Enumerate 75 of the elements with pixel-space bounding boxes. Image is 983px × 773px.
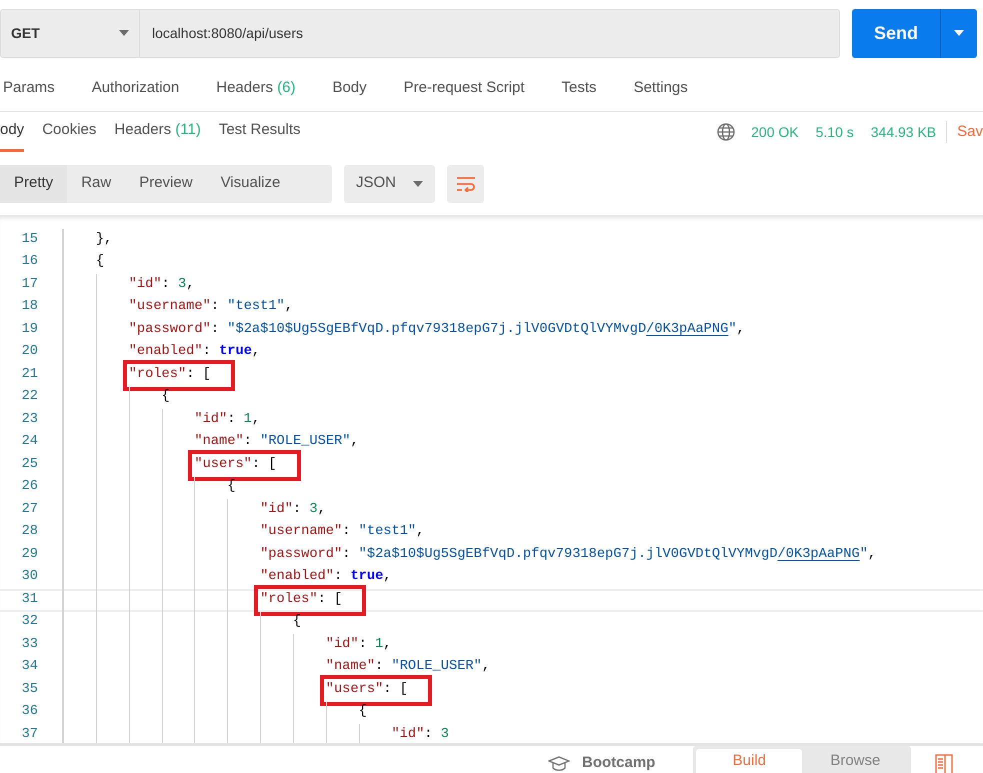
line-number: 24	[20, 433, 39, 452]
code-text: "id": 1,	[326, 636, 392, 654]
line-number: 17	[20, 276, 39, 294]
line-number: 21	[20, 366, 39, 384]
tab[interactable]: Test Results	[218, 112, 301, 152]
line-number: 30	[20, 568, 39, 586]
line-number: 23	[20, 410, 39, 429]
book-icon[interactable]	[935, 754, 954, 773]
caret-icon	[954, 30, 964, 36]
bootcamp-link[interactable]: Bootcamp	[582, 752, 656, 773]
line-number: 25	[20, 456, 39, 474]
line-number: 37	[20, 726, 39, 743]
format-dropdown[interactable]: JSON	[344, 164, 435, 202]
code-text: "id": 1,	[194, 410, 260, 429]
code-text: {	[292, 613, 302, 632]
line-number: 20	[20, 343, 39, 362]
code-text: "username": "test1",	[128, 298, 293, 316]
wrap-lines-button[interactable]	[447, 164, 484, 202]
graduation-cap-icon[interactable]	[548, 756, 570, 772]
code-text: {	[358, 703, 367, 722]
line-number: 22	[20, 388, 39, 406]
tab[interactable]: Settings	[634, 66, 688, 111]
response-size: 344.93 KB	[870, 122, 936, 142]
code-text: "id": 3,	[260, 500, 326, 519]
code-text: {	[227, 478, 236, 496]
code-text: "name": "ROLE_USER",	[194, 433, 359, 452]
code-text: {	[96, 253, 104, 272]
code-text: "username": "test1",	[260, 523, 424, 542]
tab[interactable]: Tests	[562, 66, 597, 111]
code-text: "id": 3,	[128, 276, 194, 294]
tab[interactable]: Params	[3, 66, 55, 111]
view-mode-tab[interactable]: Pretty	[0, 164, 68, 202]
line-number: 19	[20, 320, 39, 339]
line-number: 32	[20, 613, 39, 632]
code-text: },	[96, 230, 112, 249]
line-number: 34	[20, 658, 39, 676]
method-label: GET	[11, 24, 40, 42]
line-number: 26	[20, 478, 39, 496]
view-mode-tab[interactable]: Raw	[67, 164, 126, 202]
response-time: 5.10 s	[816, 122, 854, 142]
code-text: "name": "ROLE_USER",	[326, 658, 490, 676]
tab[interactable]: Pre-request Script	[404, 66, 525, 111]
url-field[interactable]: localhost:8080/api/users	[140, 8, 840, 58]
tab[interactable]: Authorization	[92, 66, 180, 111]
globe-icon[interactable]	[717, 123, 736, 141]
caret-icon	[413, 180, 423, 186]
view-mode-tab[interactable]: Preview	[125, 164, 207, 202]
line-number: 36	[20, 703, 39, 722]
status-code: 200 OK	[751, 122, 799, 142]
line-number: 35	[20, 680, 39, 699]
method-dropdown[interactable]: GET	[0, 8, 140, 58]
tab[interactable]: Headers (11)	[114, 112, 201, 152]
line-number: 31	[20, 590, 39, 609]
tab[interactable]: ody	[0, 112, 24, 152]
line-number: 18	[20, 298, 39, 316]
line-number: 15	[20, 230, 39, 249]
tab[interactable]: Headers (6)	[216, 66, 296, 111]
tab[interactable]: Cookies	[42, 112, 96, 152]
code-text: {	[162, 388, 170, 406]
view-mode-tab[interactable]: Visualize	[206, 164, 294, 202]
line-number: 33	[20, 636, 39, 654]
send-options-button[interactable]	[940, 8, 977, 58]
code-text: "id": 3	[391, 726, 449, 743]
send-button[interactable]: Send	[852, 8, 940, 58]
line-number: 27	[20, 500, 39, 519]
wrap-icon	[456, 176, 476, 192]
code-text: "enabled": true,	[128, 343, 260, 362]
line-number: 29	[20, 546, 39, 564]
code-text: "enabled": true,	[260, 568, 392, 586]
line-number: 28	[20, 523, 39, 542]
code-text: "password": "$2a$10$Ug5SgEBfVqD.pfqv79318epG7j.jlV0GVDtQlVYMvgD/0K3pAaPNG",	[128, 320, 745, 339]
line-number: 16	[20, 253, 39, 272]
tab[interactable]: Body	[332, 66, 367, 111]
caret-icon	[119, 30, 129, 36]
code-text: "password": "$2a$10$Ug5SgEBfVqD.pfqv79318epG7j.jlV0GVDtQlVYMvgD/0K3pAaPNG",	[260, 546, 876, 564]
